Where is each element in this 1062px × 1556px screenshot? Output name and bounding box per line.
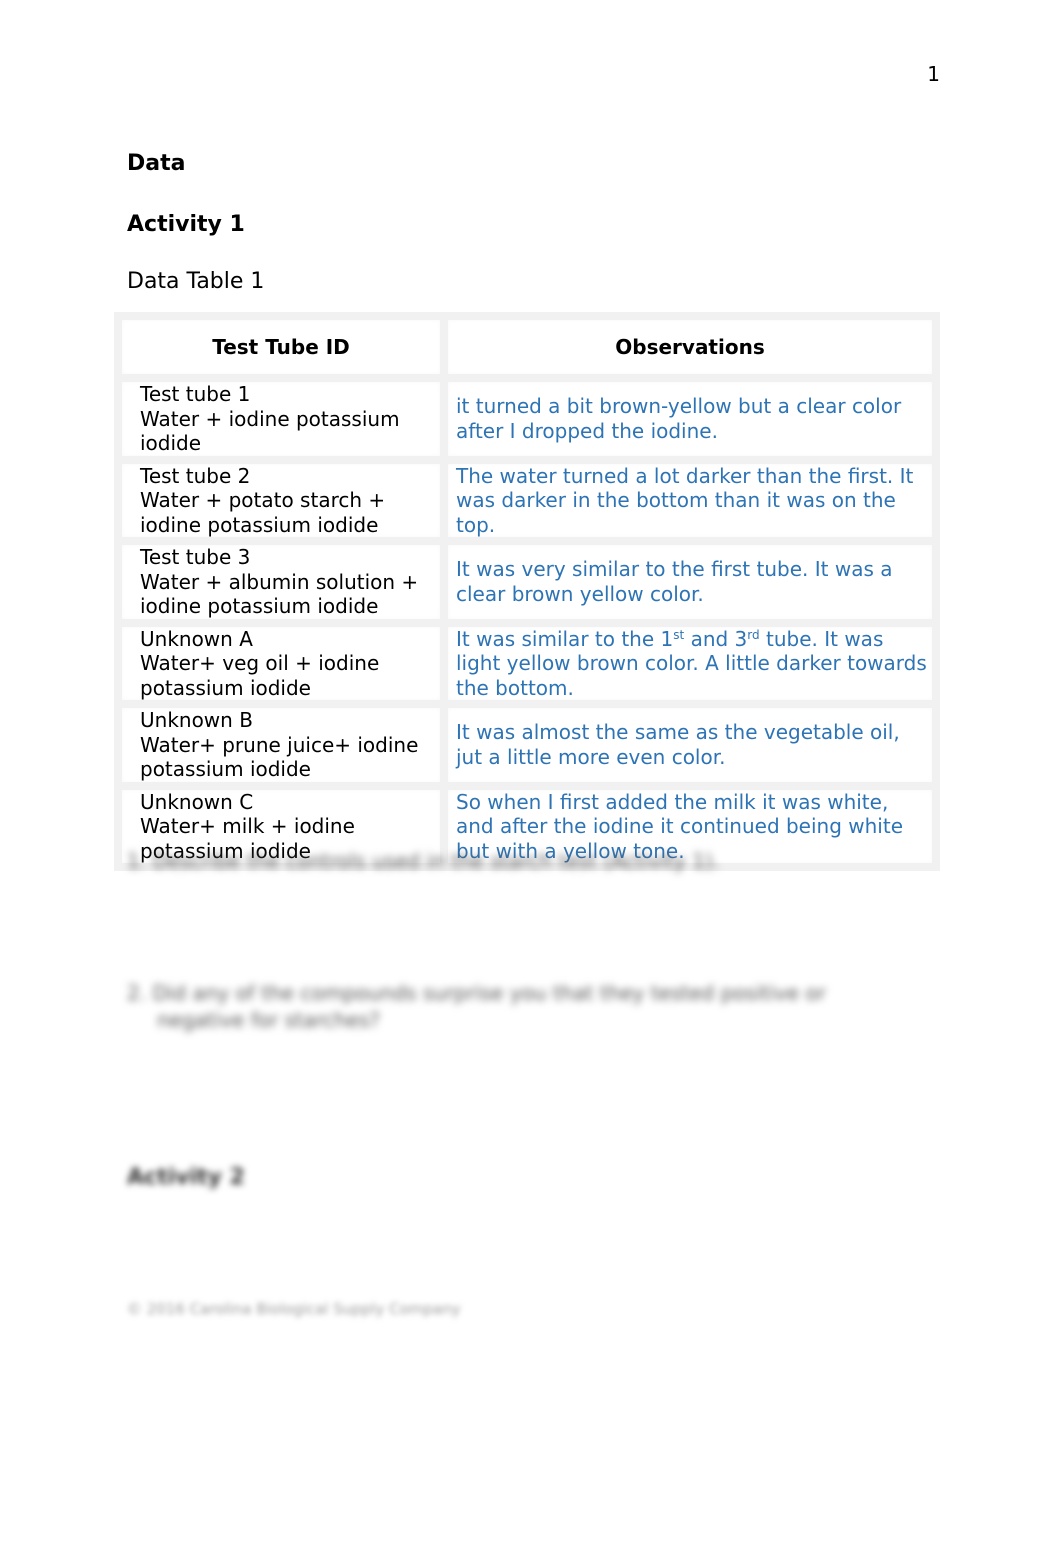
test-tube-name: Unknown C: [140, 789, 254, 814]
test-tube-name: Unknown A: [140, 626, 253, 651]
table-row: Unknown A Water+ veg oil + iodine potassi…: [114, 618, 940, 708]
observation-cell: It was almost the same as the vegetable …: [440, 700, 940, 790]
test-tube-name: Unknown B: [140, 708, 253, 732]
table-row: Test tube 1 Water + iodine potassium iodi…: [114, 374, 940, 464]
question-2: 2. Did any of the compounds surprise you…: [127, 981, 826, 1032]
test-tube-id-cell: Test tube 3 Water + albumin solution + io…: [114, 537, 448, 627]
table-row: Unknown B Water+ prune juice+ iodine pota…: [114, 700, 940, 790]
test-tube-id-cell: Unknown B Water+ prune juice+ iodine pota…: [114, 700, 448, 790]
observation-cell: The water turned a lot darker than the f…: [440, 455, 940, 545]
test-tube-name: Test tube 3: [140, 545, 251, 569]
observation-text: and 3: [684, 626, 748, 651]
test-tube-id-cell: Test tube 1 Water + iodine potassium iodi…: [114, 374, 448, 464]
table-row: Test tube 3 Water + albumin solution + io…: [114, 537, 940, 627]
test-tube-contents: Water + iodine potassium iodide: [140, 406, 406, 456]
ordinal-suffix: rd: [747, 627, 760, 642]
activity-heading: Activity 1: [127, 212, 245, 237]
column-header-observations: Observations: [440, 312, 940, 382]
question-1: 1. Describe the controls used in the sta…: [127, 849, 720, 873]
test-tube-contents: Water + potato starch + iodine potassium…: [140, 488, 392, 537]
table-header-row: Test Tube ID Observations: [114, 312, 940, 382]
observation-cell: it turned a bit brown-yellow but a clear…: [440, 374, 940, 464]
observation-text: The water turned a lot darker than the f…: [456, 463, 914, 537]
observation-cell: It was similar to the 1st and 3rd tube. …: [440, 618, 940, 708]
observation-text: It was almost the same as the vegetable …: [456, 720, 900, 769]
observation-text: It was very similar to the first tube. I…: [456, 557, 893, 606]
section-heading: Data: [127, 151, 186, 176]
test-tube-name: Test tube 2: [140, 463, 251, 488]
copyright-footer: © 2016 Carolina Biological Supply Compan…: [127, 1300, 461, 1318]
activity-2-heading: Activity 2: [127, 1165, 245, 1190]
page-number: 1: [927, 62, 940, 86]
data-table: Test Tube ID Observations Test tube 1 Wat…: [114, 312, 940, 871]
table-caption: Data Table 1: [127, 269, 265, 294]
data-table-container: Test Tube ID Observations Test tube 1 Wat…: [114, 312, 940, 871]
test-tube-id-cell: Test tube 2 Water + potato starch + iodin…: [114, 455, 448, 545]
column-header-test-tube-id: Test Tube ID: [114, 312, 448, 382]
test-tube-name: Test tube 1: [140, 382, 251, 406]
test-tube-contents: Water+ veg oil + iodine potassium iodide: [140, 651, 386, 700]
table-row: Test tube 2 Water + potato starch + iodin…: [114, 455, 940, 545]
test-tube-id-cell: Unknown A Water+ veg oil + iodine potassi…: [114, 618, 448, 708]
test-tube-contents: Water + albumin solution + iodine potass…: [140, 569, 425, 619]
test-tube-contents: Water+ prune juice+ iodine potassium iod…: [140, 732, 425, 782]
ordinal-suffix: st: [673, 627, 685, 642]
observation-cell: It was very similar to the first tube. I…: [440, 537, 940, 627]
observation-text: It was similar to the 1: [456, 626, 674, 651]
observation-text: it turned a bit brown-yellow but a clear…: [456, 394, 902, 443]
